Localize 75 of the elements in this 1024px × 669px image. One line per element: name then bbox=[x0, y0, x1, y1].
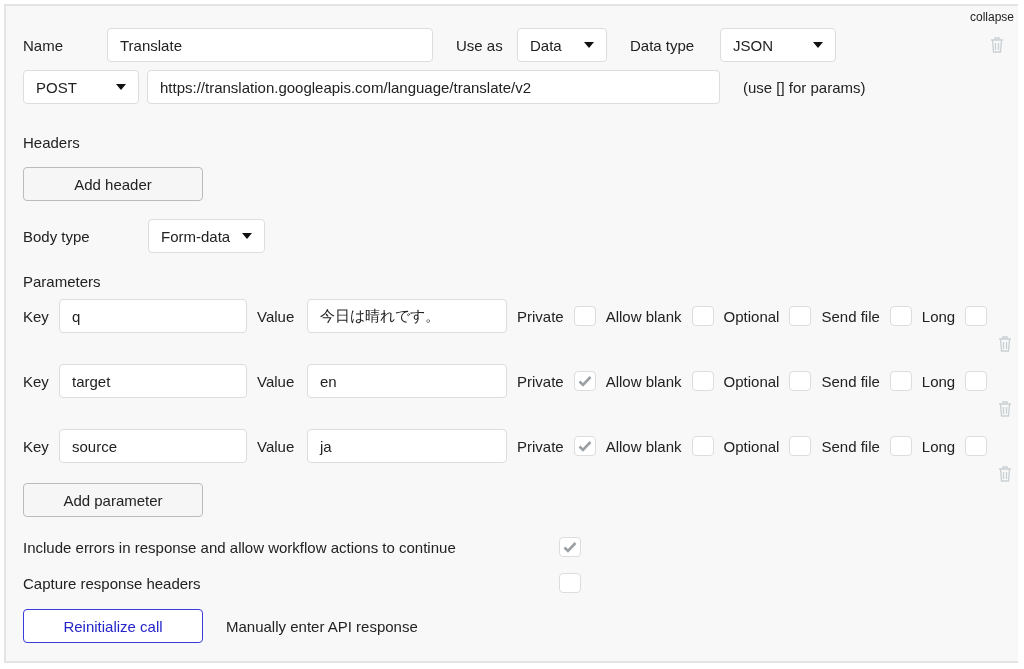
add-header-button[interactable]: Add header bbox=[23, 167, 203, 201]
checkbox[interactable] bbox=[691, 306, 714, 326]
value-label: Value bbox=[257, 307, 296, 325]
option-label: Send file bbox=[821, 307, 880, 325]
option-label: Optional bbox=[723, 437, 780, 455]
checkbox[interactable] bbox=[559, 573, 581, 593]
option-label: Send file bbox=[821, 372, 880, 390]
option-label: Allow blank bbox=[605, 307, 682, 325]
key-field[interactable]: source bbox=[59, 429, 247, 463]
checkmark-icon bbox=[563, 541, 577, 553]
checkbox[interactable] bbox=[789, 371, 812, 391]
body-type-dropdown[interactable]: Form-data bbox=[148, 219, 265, 253]
checkbox[interactable] bbox=[789, 436, 812, 456]
key-label: Key bbox=[23, 437, 50, 455]
checkbox[interactable] bbox=[559, 537, 581, 557]
checkmark-icon bbox=[577, 375, 592, 387]
caret-icon bbox=[242, 233, 252, 239]
key-label: Key bbox=[23, 372, 50, 390]
trash-icon[interactable] bbox=[990, 37, 1004, 53]
option-label: Private bbox=[517, 437, 564, 455]
checkbox[interactable] bbox=[965, 306, 988, 326]
checkbox[interactable] bbox=[573, 436, 596, 456]
use-as-label: Use as bbox=[456, 36, 504, 54]
value-field[interactable]: ja bbox=[307, 429, 507, 463]
caret-icon bbox=[116, 84, 126, 90]
trash-icon[interactable] bbox=[998, 336, 1012, 352]
caret-icon bbox=[813, 42, 823, 48]
url-hint: (use [] for params) bbox=[743, 78, 866, 96]
option-label: Allow blank bbox=[605, 437, 682, 455]
checkbox[interactable] bbox=[965, 436, 988, 456]
trash-icon[interactable] bbox=[998, 401, 1012, 417]
value-field[interactable]: 今日は晴れです。 bbox=[307, 299, 507, 333]
key-field[interactable]: q bbox=[59, 299, 247, 333]
value-label: Value bbox=[257, 437, 296, 455]
data-type-label: Data type bbox=[630, 36, 696, 54]
checkbox[interactable] bbox=[889, 306, 912, 326]
option-label: Private bbox=[517, 307, 564, 325]
key-label: Key bbox=[23, 307, 50, 325]
checkbox[interactable] bbox=[573, 306, 596, 326]
checkbox[interactable] bbox=[789, 306, 812, 326]
key-field[interactable]: target bbox=[59, 364, 247, 398]
option-label: Long bbox=[921, 307, 956, 325]
checkbox[interactable] bbox=[889, 371, 912, 391]
checkbox[interactable] bbox=[691, 371, 714, 391]
option-label: Optional bbox=[723, 372, 780, 390]
option-label: Send file bbox=[821, 437, 880, 455]
reinitialize-button[interactable]: Reinitialize call bbox=[23, 609, 203, 643]
body-type-label: Body type bbox=[23, 227, 91, 245]
option-label: Long bbox=[921, 372, 956, 390]
data-type-dropdown[interactable]: JSON bbox=[720, 28, 836, 62]
manual-response-link[interactable]: Manually enter API response bbox=[226, 617, 418, 635]
checkbox[interactable] bbox=[889, 436, 912, 456]
trash-icon[interactable] bbox=[998, 466, 1012, 482]
value-field[interactable]: en bbox=[307, 364, 507, 398]
headers-label: Headers bbox=[23, 134, 81, 151]
option-label: Allow blank bbox=[605, 372, 682, 390]
name-label: Name bbox=[23, 36, 64, 54]
checkbox[interactable] bbox=[691, 436, 714, 456]
setting-label: Include errors in response and allow workflow actions to continue bbox=[23, 538, 457, 556]
value-label: Value bbox=[257, 372, 296, 390]
method-dropdown[interactable]: POST bbox=[23, 70, 139, 104]
option-label: Long bbox=[921, 437, 956, 455]
add-parameter-button[interactable]: Add parameter bbox=[23, 483, 203, 517]
url-field[interactable]: https://translation.googleapis.com/language/translate/v2 bbox=[147, 70, 720, 104]
setting-label: Capture response headers bbox=[23, 574, 202, 592]
parameters-label: Parameters bbox=[23, 273, 102, 290]
checkbox[interactable] bbox=[573, 371, 596, 391]
option-label: Optional bbox=[723, 307, 780, 325]
checkbox[interactable] bbox=[965, 371, 988, 391]
collapse-link[interactable]: collapse bbox=[969, 10, 1014, 26]
name-field[interactable]: Translate bbox=[107, 28, 433, 62]
use-as-dropdown[interactable]: Data bbox=[517, 28, 607, 62]
caret-icon bbox=[584, 42, 594, 48]
checkmark-icon bbox=[577, 440, 592, 452]
option-label: Private bbox=[517, 372, 564, 390]
